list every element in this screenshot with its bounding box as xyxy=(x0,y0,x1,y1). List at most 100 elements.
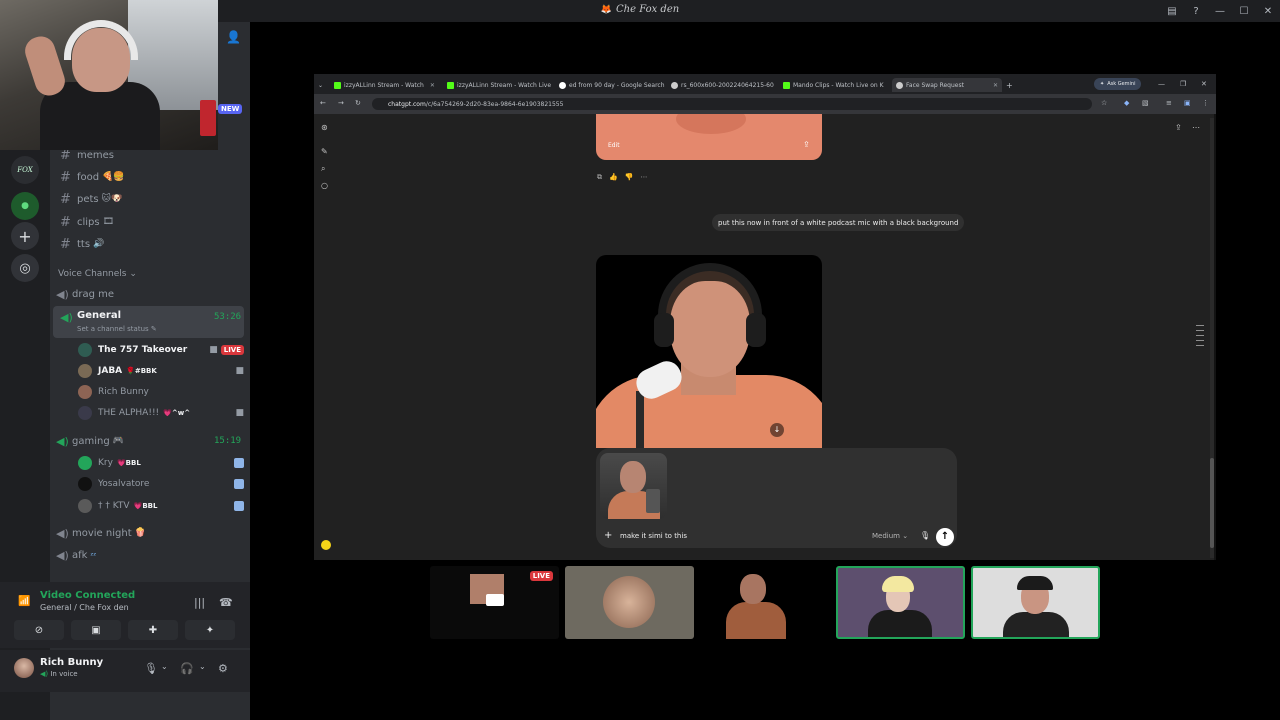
voice-user-the-alpha[interactable]: THE ALPHA!!! 💗^w^ ■ xyxy=(78,404,244,422)
channel-pets[interactable]: # pets 🐱🐶 xyxy=(60,190,122,208)
extensions-icon[interactable]: ▧ xyxy=(1142,99,1149,107)
participant-tile-avatar[interactable] xyxy=(565,566,694,639)
server-fox-den-icon[interactable]: FOX xyxy=(11,156,39,184)
openai-logo-icon[interactable]: ⊛ xyxy=(321,123,328,132)
add-server-icon[interactable]: + xyxy=(11,222,39,250)
camera-off-button[interactable]: ⊘ xyxy=(14,620,64,640)
chevron-down-icon[interactable]: ⌄ xyxy=(199,662,206,671)
voice-channel-drag-me[interactable]: ◀) drag me xyxy=(56,284,114,304)
back-button[interactable]: ← xyxy=(320,99,326,107)
screen-share-button[interactable]: ▣ xyxy=(71,620,121,640)
browser-minimize-button[interactable]: — xyxy=(1158,80,1165,88)
headphones-icon[interactable]: 🎧 xyxy=(180,662,194,675)
browser-tab-active[interactable]: Face Swap Request ✕ xyxy=(892,78,1002,92)
ask-gemini-button[interactable]: ✦ Ask Gemini xyxy=(1094,78,1142,90)
voice-channel-gaming[interactable]: ◀) gaming 🎮 xyxy=(56,431,124,451)
voice-channel-afk[interactable]: ◀) afk ᶻᶻ xyxy=(56,545,96,565)
user-tag-text: BBL xyxy=(125,459,141,467)
voice-channel-movie-night[interactable]: ◀) movie night 🍿 xyxy=(56,523,146,543)
more-icon[interactable]: ⋯ xyxy=(640,173,647,182)
voice-user-kry[interactable]: Kry 💗BBL xyxy=(78,454,244,472)
share-icon[interactable]: ⇪ xyxy=(1175,123,1182,132)
voice-user-yosalvatore[interactable]: Yosalvatore xyxy=(78,475,244,493)
inbox-icon[interactable]: ▤ xyxy=(1160,6,1184,17)
participant-tile-camera-speaking[interactable] xyxy=(971,566,1100,639)
composer-input[interactable]: make it simi to this xyxy=(620,532,687,540)
participant-tile-stream[interactable]: LIVE xyxy=(430,566,559,639)
activities-button[interactable]: ✚ xyxy=(128,620,178,640)
soundboard-button[interactable]: ✦ xyxy=(185,620,235,640)
activities-icon: ✚ xyxy=(148,624,158,636)
voice-channel-path[interactable]: General / Che Fox den xyxy=(40,603,129,612)
search-icon[interactable]: ⌕ xyxy=(321,164,325,174)
gear-icon[interactable]: ⚙ xyxy=(218,662,228,675)
thumbs-down-icon[interactable]: 👎 xyxy=(625,173,634,182)
microphone-icon[interactable]: 🎙 xyxy=(144,662,158,675)
attachment-thumbnail[interactable] xyxy=(600,453,667,519)
help-icon[interactable]: ? xyxy=(1184,6,1208,17)
avatar[interactable] xyxy=(14,658,34,678)
voice-user-rich-bunny[interactable]: Rich Bunny xyxy=(78,383,244,401)
scrollbar[interactable] xyxy=(1210,118,1214,558)
channel-tts[interactable]: # tts 🔊 xyxy=(60,235,104,253)
browser-tab[interactable]: Mando Clips - Watch Live on K✕ xyxy=(783,78,889,92)
browser-tab[interactable]: rs_600x600-200224064215-60✕ xyxy=(671,78,776,92)
maximize-button[interactable]: ☐ xyxy=(1232,6,1256,17)
noise-suppression-icon[interactable]: ||| xyxy=(194,596,205,609)
thumbs-up-icon[interactable]: 👍 xyxy=(609,173,618,182)
channel-food[interactable]: # food 🍕🍔 xyxy=(60,168,125,186)
discover-icon[interactable]: ◎ xyxy=(11,254,39,282)
voice-user-ktv[interactable]: † † KTV 💗BBL xyxy=(78,497,244,515)
download-icon[interactable]: ⇪ xyxy=(803,140,810,149)
browser-maximize-button[interactable]: ❐ xyxy=(1180,80,1186,88)
media-icon[interactable]: ≡ xyxy=(1166,99,1172,107)
url-domain: chatgpt.com xyxy=(388,100,426,108)
extension-icon[interactable]: ◆ xyxy=(1124,99,1129,107)
add-member-icon[interactable]: 👤 xyxy=(226,30,241,44)
tab-title: Mando Clips - Watch Live on K xyxy=(793,81,884,89)
user-tag-text: BBL xyxy=(142,502,158,510)
send-button[interactable]: ↑ xyxy=(936,528,954,546)
signal-icon[interactable]: 📶 xyxy=(18,596,30,607)
library-icon[interactable]: ○ xyxy=(321,181,328,190)
menu-icon[interactable]: ⋮ xyxy=(1202,99,1209,107)
browser-close-button[interactable]: ✕ xyxy=(1201,80,1207,88)
channel-status[interactable]: Set a channel status ✎ xyxy=(77,325,157,333)
disconnect-icon[interactable]: ☎ xyxy=(219,596,233,609)
server-green-icon[interactable]: ● xyxy=(11,192,39,220)
copy-icon[interactable]: ⧉ xyxy=(597,173,602,182)
voice-user-jaba[interactable]: JABA 🌹#BBK ■ xyxy=(78,362,244,380)
edit-image-button[interactable]: Edit xyxy=(608,142,620,149)
new-tab-button[interactable]: + xyxy=(1006,78,1013,92)
participant-tile-camera-speaking[interactable] xyxy=(836,566,965,639)
new-chat-icon[interactable]: ✎ xyxy=(321,147,328,156)
voice-category[interactable]: Voice Channels ⌄ xyxy=(58,269,137,279)
browser-tab[interactable]: ed from 90 day - Google Search✕ xyxy=(559,78,665,92)
close-button[interactable]: ✕ xyxy=(1256,6,1280,17)
more-icon[interactable]: ⋯ xyxy=(1192,123,1200,132)
voice-user-757-takeover[interactable]: The 757 Takeover ■ LIVE xyxy=(78,341,244,359)
profile-icon[interactable]: ▣ xyxy=(1184,99,1191,107)
participant-tile-camera[interactable] xyxy=(700,566,829,639)
close-icon[interactable]: ✕ xyxy=(993,82,998,89)
browser-tab[interactable]: izzyALLinn Stream - Watch ✕ xyxy=(334,78,442,92)
user-name[interactable]: Rich Bunny xyxy=(40,657,103,668)
generated-image[interactable]: ↓ xyxy=(596,255,822,448)
minimize-button[interactable]: — xyxy=(1208,6,1232,17)
scroll-down-icon[interactable]: ↓ xyxy=(770,423,784,437)
forward-button[interactable]: → xyxy=(338,99,344,107)
reload-button[interactable]: ↻ xyxy=(355,99,361,107)
chevron-down-icon[interactable]: ⌄ xyxy=(161,662,168,671)
conversation-outline[interactable] xyxy=(1196,325,1204,346)
model-selector[interactable]: Medium ⌄ xyxy=(872,532,908,540)
channel-clips[interactable]: # clips 🎞 xyxy=(60,213,114,231)
scrollbar-thumb[interactable] xyxy=(1210,458,1214,548)
close-icon[interactable]: ✕ xyxy=(430,82,435,89)
address-bar[interactable]: chatgpt.com/c/6a754269-2d20-83ea-9864-6e… xyxy=(372,98,1092,110)
attach-plus-icon[interactable]: + xyxy=(604,530,612,541)
microphone-icon[interactable]: 🎙 xyxy=(920,531,930,540)
bookmark-star-icon[interactable]: ☆ xyxy=(1101,99,1107,107)
generated-image-previous[interactable] xyxy=(596,114,822,160)
tab-search-icon[interactable]: ⌄ xyxy=(318,78,323,92)
browser-tab[interactable]: izzyALLinn Stream - Watch Live✕ xyxy=(447,78,552,92)
